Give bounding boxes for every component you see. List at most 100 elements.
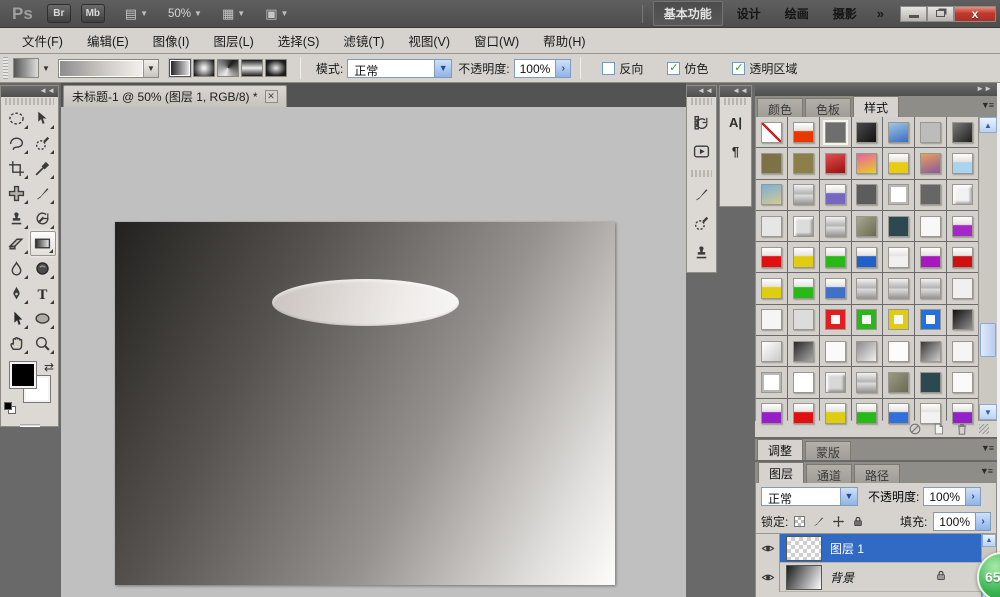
style-swatch-46[interactable] [888,309,909,330]
gradient-type-angle-button[interactable] [217,59,239,77]
style-swatch-56[interactable] [761,372,782,393]
style-swatch-25[interactable] [888,216,909,237]
gradient-tool-preset-icon[interactable] [13,58,39,78]
style-swatch-15[interactable] [793,184,814,205]
style-swatch-52[interactable] [856,341,877,362]
gradient-type-linear-button[interactable] [169,59,191,77]
style-swatch-24[interactable] [856,216,877,237]
tools-panel-footer-grip[interactable] [20,424,40,427]
layers-tab-通道[interactable]: 通道 [806,464,852,483]
style-swatch-10[interactable] [856,153,877,174]
opacity-input[interactable]: 100% › [514,59,572,78]
style-swatch-41[interactable] [952,278,973,299]
style-swatch-36[interactable] [793,278,814,299]
menu-item-7[interactable]: 窗口(W) [462,27,531,54]
layer-visibility-toggle[interactable] [756,534,780,563]
close-document-icon[interactable]: ✕ [265,90,278,103]
tool-presets-panel-icon[interactable] [691,213,713,233]
dock-grip[interactable] [724,98,747,105]
minibridge-button[interactable]: Mb [81,4,105,23]
style-swatch-26[interactable] [920,216,941,237]
checkbox-icon[interactable]: ✓ [732,62,745,75]
default-colors-icon[interactable] [4,402,16,414]
layer-fill-input[interactable]: 100% › [933,512,991,531]
blend-mode-select[interactable]: 正常 ▼ [347,59,452,78]
lock-transparency-icon[interactable] [794,516,805,527]
collapse-dock-button[interactable]: ◄◄ [687,86,716,97]
style-swatch-39[interactable] [888,278,909,299]
menu-item-5[interactable]: 滤镜(T) [331,27,396,54]
menu-item-4[interactable]: 选择(S) [266,27,332,54]
layer-fill-spinner[interactable]: › [975,513,990,530]
style-swatch-54[interactable] [920,341,941,362]
style-swatch-22[interactable] [793,216,814,237]
style-swatch-53[interactable] [888,341,909,362]
style-swatch-5[interactable] [920,122,941,143]
restore-button[interactable] [927,6,954,22]
chevron-down-icon[interactable]: ▼ [42,64,50,73]
lasso-tool[interactable] [4,131,30,156]
layer-opacity-input[interactable]: 100% › [923,487,981,506]
panel-menu-icon[interactable]: ▼≡ [981,100,993,110]
scroll-up-icon[interactable]: ▲ [979,117,997,133]
style-swatch-67[interactable] [888,403,909,424]
style-swatch-9[interactable] [825,153,846,174]
collapse-tools-button[interactable]: ◄◄ [1,86,58,97]
elliptical-marquee-tool[interactable] [4,106,30,131]
style-swatch-42[interactable] [761,309,782,330]
burn-tool[interactable] [30,256,56,281]
brush-panel-icon[interactable] [691,184,713,204]
style-swatch-58[interactable] [825,372,846,393]
foreground-color-swatch[interactable] [10,362,36,388]
lock-all-icon[interactable] [852,515,864,528]
quick-selection-tool[interactable] [30,131,56,156]
move-tool[interactable] [30,106,56,131]
ellipse-tool[interactable] [30,306,56,331]
style-swatch-8[interactable] [793,153,814,174]
eyedropper-tool[interactable] [30,156,56,181]
checkbox-透明区域[interactable]: ✓ 透明区域 [732,60,797,77]
style-swatch-40[interactable] [920,278,941,299]
workspace-设计[interactable]: 设计 [727,2,771,25]
history-panel-icon[interactable] [691,112,713,132]
lock-paint-icon[interactable] [812,515,825,528]
style-swatch-27[interactable] [952,216,973,237]
styles-scrollbar[interactable]: ▲ ▼ [978,117,997,420]
scroll-up-icon[interactable]: ▲ [982,534,996,547]
healing-brush-tool[interactable] [4,181,30,206]
styles-tab-色板[interactable]: 色板 [805,98,851,117]
style-swatch-20[interactable] [952,184,973,205]
style-swatch-65[interactable] [825,403,846,424]
style-swatch-38[interactable] [856,278,877,299]
adjust-tab-蒙版[interactable]: 蒙版 [805,441,851,460]
clear-style-icon[interactable] [908,422,922,436]
expand-panels-button[interactable]: ►► [755,83,997,96]
gradient-tool[interactable] [30,231,56,256]
path-selection-tool[interactable] [4,306,30,331]
panel-resize-grip[interactable] [979,424,989,434]
style-swatch-23[interactable] [825,216,846,237]
style-swatch-21[interactable] [761,216,782,237]
type-tool[interactable]: T [30,281,56,306]
paragraph-panel-icon[interactable]: ¶ [725,141,747,161]
style-swatch-11[interactable] [888,153,909,174]
style-swatch-31[interactable] [856,247,877,268]
bridge-button[interactable]: Br [47,4,71,23]
launch-bridge-dropdown[interactable]: ▤ ▼ [125,6,148,22]
collapse-dock-button[interactable]: ◄◄ [720,86,751,97]
scrollbar-thumb[interactable] [980,323,996,357]
style-swatch-57[interactable] [793,372,814,393]
gradient-type-radial-button[interactable] [193,59,215,77]
more-workspaces-button[interactable]: » [869,6,892,21]
panel-menu-icon[interactable]: ▼≡ [981,443,993,453]
scrollbar-track[interactable] [979,133,997,404]
arrange-documents-dropdown[interactable]: ▦ ▼ [222,6,245,22]
style-swatch-66[interactable] [856,403,877,424]
layer-blend-mode-select[interactable]: 正常 ▼ [761,487,858,506]
style-swatch-34[interactable] [952,247,973,268]
new-style-icon[interactable] [932,422,945,436]
gradient-picker-arrow[interactable]: ▼ [143,60,158,77]
scroll-down-icon[interactable]: ▼ [979,404,997,420]
layer-thumbnail[interactable] [786,536,822,561]
minimize-button[interactable] [900,6,927,22]
